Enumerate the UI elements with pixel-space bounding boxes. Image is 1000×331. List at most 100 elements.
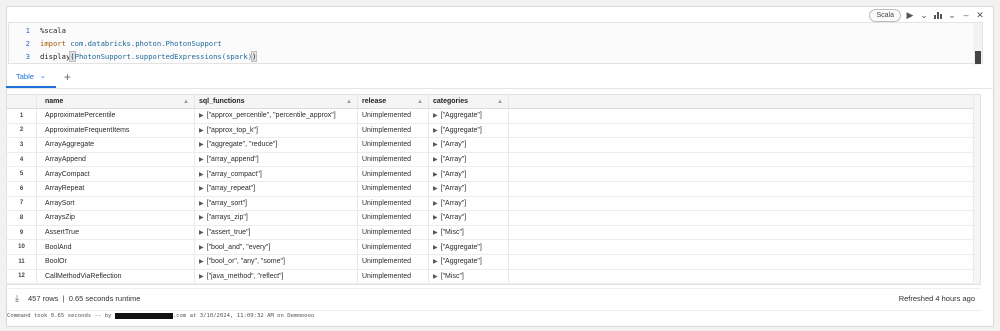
expand-icon[interactable]: ▶ — [199, 214, 204, 221]
expand-icon[interactable]: ▶ — [433, 185, 438, 192]
expand-icon[interactable]: ▶ — [433, 156, 438, 163]
cell-name[interactable]: ArraysZip — [37, 211, 195, 225]
sort-icon[interactable]: ▲ — [417, 99, 423, 105]
cell-sql-functions[interactable]: ▶ ["bool_or", "any", "some"] — [195, 255, 358, 269]
cell-name[interactable]: ArrayAggregate — [37, 138, 195, 152]
cell-sql-functions[interactable]: ▶ ["assert_true"] — [195, 225, 358, 240]
expand-icon[interactable]: ▶ — [199, 229, 204, 236]
cell-sql-functions[interactable]: ▶ ["array_repeat"] — [195, 182, 358, 196]
table-row[interactable]: 1 ApproximatePercentile ▶ ["approx_percenti… — [7, 109, 976, 124]
cell-release[interactable]: Unimplemented — [358, 152, 429, 167]
cell-name[interactable]: ArrayCompact — [37, 167, 195, 181]
cell-name[interactable]: BoolOr — [37, 255, 195, 269]
table-row[interactable]: 5 ArrayCompact ▶ ["array_compact"] Unimpleme… — [7, 167, 976, 182]
cell-sql-functions[interactable]: ▶ ["arrays_zip"] — [195, 211, 358, 225]
expand-icon[interactable]: ▶ — [199, 141, 204, 148]
tab-table[interactable]: Table ⌄ — [6, 66, 56, 88]
cell-categories[interactable]: ▶ ["Array"] — [429, 138, 509, 152]
cell-release[interactable]: Unimplemented — [358, 182, 429, 196]
cell-name[interactable]: BoolAnd — [37, 240, 195, 254]
play-icon[interactable]: ▶ — [905, 10, 915, 20]
table-row[interactable]: 12 CallMethodViaReflection ▶ ["java_method"… — [7, 269, 976, 284]
cell-release[interactable]: Unimplemented — [358, 225, 429, 240]
cell-sql-functions[interactable]: ▶ ["aggregate", "reduce"] — [195, 138, 358, 152]
column-header-name[interactable]: name ▲ — [37, 95, 195, 108]
download-icon[interactable]: ⤓ — [6, 293, 28, 304]
close-icon[interactable]: ✕ — [975, 10, 985, 20]
cell-name[interactable]: CallMethodViaReflection — [37, 269, 195, 284]
cell-release[interactable]: Unimplemented — [358, 269, 429, 284]
minus-icon[interactable]: – — [961, 10, 971, 20]
sort-icon[interactable]: ▲ — [497, 99, 503, 105]
expand-icon[interactable]: ▶ — [433, 214, 438, 221]
code-editor[interactable]: 1 %scala 2 import com.databricks.photon.… — [8, 22, 983, 65]
cell-sql-functions[interactable]: ▶ ["array_compact"] — [195, 167, 358, 181]
table-row[interactable]: 11 BoolOr ▶ ["bool_or", "any", "some"] Unimp… — [7, 255, 976, 270]
table-row[interactable]: 7 ArraySort ▶ ["array_sort"] Unimplemented ▶[… — [7, 196, 976, 212]
cell-release[interactable]: Unimplemented — [358, 138, 429, 152]
expand-icon[interactable]: ▶ — [199, 200, 204, 207]
cell-name[interactable]: ArrayRepeat — [37, 182, 195, 196]
expand-icon[interactable]: ▶ — [199, 244, 204, 251]
cell-name[interactable]: ApproximateFrequentItems — [37, 123, 195, 138]
cell-categories[interactable]: ▶ ["Array"] — [429, 152, 509, 167]
cell-sql-functions[interactable]: ▶ ["approx_percentile", "percentile_appro… — [195, 109, 358, 123]
sort-icon[interactable]: ▲ — [346, 99, 352, 105]
expand-icon[interactable]: ▶ — [433, 141, 438, 148]
chevron-down-icon[interactable]: ⌄ — [947, 10, 957, 20]
cell-name[interactable]: AssertTrue — [37, 225, 195, 240]
cell-name[interactable]: ArrayAppend — [37, 152, 195, 167]
cell-categories[interactable]: ▶ ["Aggregate"] — [429, 255, 509, 269]
cell-release[interactable]: Unimplemented — [358, 167, 429, 181]
cell-name[interactable]: ApproximatePercentile — [37, 109, 195, 123]
expand-icon[interactable]: ▶ — [433, 229, 438, 236]
cell-categories[interactable]: ▶ ["Aggregate"] — [429, 109, 509, 123]
cell-categories[interactable]: ▶ ["Array"] — [429, 211, 509, 225]
cell-name[interactable]: ArraySort — [37, 196, 195, 211]
editor-scrollbar-thumb[interactable] — [975, 51, 981, 64]
chart-icon[interactable] — [933, 10, 943, 20]
cell-sql-functions[interactable]: ▶ ["java_method", "reflect"] — [195, 269, 358, 284]
cell-release[interactable]: Unimplemented — [358, 196, 429, 211]
expand-icon[interactable]: ▶ — [433, 127, 438, 134]
table-row[interactable]: 9 AssertTrue ▶ ["assert_true"] Unimplemented… — [7, 225, 976, 241]
table-row[interactable]: 4 ArrayAppend ▶ ["array_append"] Unimplement… — [7, 152, 976, 168]
chevron-down-icon[interactable]: ⌄ — [40, 72, 46, 80]
expand-icon[interactable]: ▶ — [199, 273, 204, 280]
expand-icon[interactable]: ▶ — [433, 112, 438, 119]
table-row[interactable]: 8 ArraysZip ▶ ["arrays_zip"] Unimplemented ▶[… — [7, 211, 976, 226]
column-header-categories[interactable]: categories ▲ — [429, 95, 509, 108]
expand-icon[interactable]: ▶ — [199, 258, 204, 265]
cell-sql-functions[interactable]: ▶ ["approx_top_k"] — [195, 123, 358, 138]
table-row[interactable]: 2 ApproximateFrequentItems ▶ ["approx_top_k… — [7, 123, 976, 139]
cell-categories[interactable]: ▶ ["Misc"] — [429, 269, 509, 284]
table-row[interactable]: 3 ArrayAggregate ▶ ["aggregate", "reduce"] U… — [7, 138, 976, 153]
cell-categories[interactable]: ▶ ["Array"] — [429, 196, 509, 211]
column-header-release[interactable]: release ▲ — [358, 95, 429, 108]
cell-categories[interactable]: ▶ ["Aggregate"] — [429, 240, 509, 254]
table-scrollbar[interactable] — [973, 95, 980, 284]
cell-release[interactable]: Unimplemented — [358, 109, 429, 123]
cell-sql-functions[interactable]: ▶ ["array_append"] — [195, 152, 358, 167]
expand-icon[interactable]: ▶ — [199, 112, 204, 119]
cell-release[interactable]: Unimplemented — [358, 123, 429, 138]
chevron-down-icon[interactable]: ⌄ — [919, 10, 929, 20]
table-row[interactable]: 6 ArrayRepeat ▶ ["array_repeat"] Unimplement… — [7, 182, 976, 197]
plus-icon[interactable]: + — [64, 66, 71, 88]
cell-categories[interactable]: ▶ ["Misc"] — [429, 225, 509, 240]
cell-categories[interactable]: ▶ ["Array"] — [429, 182, 509, 196]
column-header-sql-functions[interactable]: sql_functions ▲ — [195, 95, 358, 108]
expand-icon[interactable]: ▶ — [433, 244, 438, 251]
expand-icon[interactable]: ▶ — [433, 171, 438, 178]
cell-release[interactable]: Unimplemented — [358, 255, 429, 269]
expand-icon[interactable]: ▶ — [433, 273, 438, 280]
table-row[interactable]: 10 BoolAnd ▶ ["bool_and", "every"] Unimpleme… — [7, 240, 976, 255]
expand-icon[interactable]: ▶ — [199, 127, 204, 134]
cell-sql-functions[interactable]: ▶ ["bool_and", "every"] — [195, 240, 358, 254]
expand-icon[interactable]: ▶ — [199, 171, 204, 178]
expand-icon[interactable]: ▶ — [199, 156, 204, 163]
cell-release[interactable]: Unimplemented — [358, 211, 429, 225]
cell-release[interactable]: Unimplemented — [358, 240, 429, 254]
sort-icon[interactable]: ▲ — [183, 99, 189, 105]
cell-categories[interactable]: ▶ ["Array"] — [429, 167, 509, 181]
